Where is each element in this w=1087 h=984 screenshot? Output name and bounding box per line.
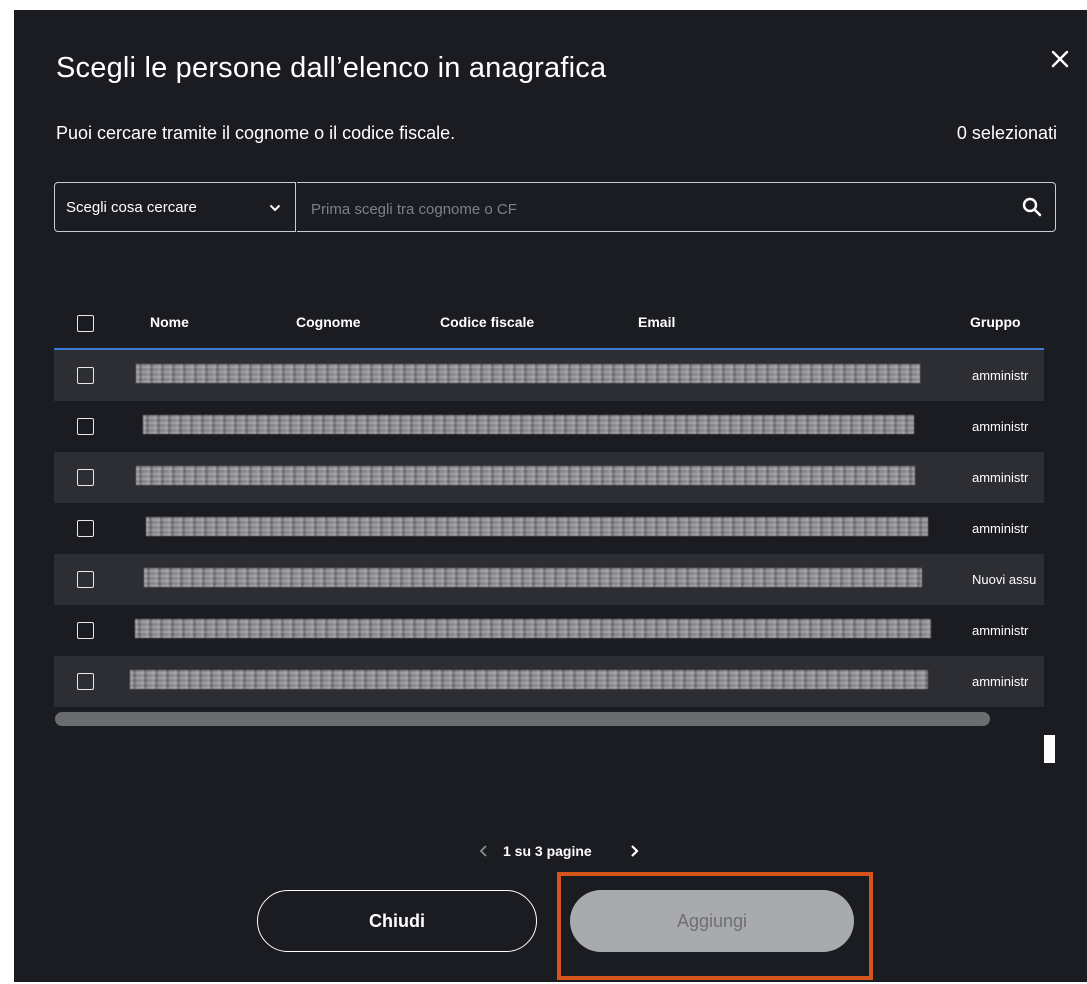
row-gruppo: amministr bbox=[972, 623, 1029, 638]
column-header-email[interactable]: Email bbox=[638, 314, 675, 330]
people-table: Nome Cognome Codice fiscale Email Gruppo… bbox=[54, 298, 1044, 707]
search-bar: Scegli cosa cercare bbox=[54, 182, 1056, 234]
redacted-content bbox=[135, 619, 931, 638]
dialog-subtitle: Puoi cercare tramite il cognome o il cod… bbox=[56, 123, 456, 143]
row-checkbox[interactable] bbox=[77, 571, 94, 588]
close-icon[interactable] bbox=[1047, 46, 1073, 72]
redacted-content bbox=[130, 670, 928, 689]
row-gruppo: amministr bbox=[972, 674, 1029, 689]
select-all-checkbox[interactable] bbox=[77, 315, 94, 332]
pagination-text: 1 su 3 pagine bbox=[503, 843, 592, 859]
row-checkbox[interactable] bbox=[77, 520, 94, 537]
row-checkbox[interactable] bbox=[77, 673, 94, 690]
table-row[interactable]: amministr bbox=[54, 350, 1044, 401]
row-gruppo: amministr bbox=[972, 419, 1029, 434]
column-header-gruppo[interactable]: Gruppo bbox=[970, 314, 1021, 330]
redacted-content bbox=[146, 517, 928, 536]
row-checkbox[interactable] bbox=[77, 418, 94, 435]
table-body: amministr amministr amministr amministr bbox=[54, 350, 1044, 707]
search-type-select[interactable]: Scegli cosa cercare bbox=[54, 182, 296, 232]
chevron-left-icon[interactable] bbox=[477, 844, 491, 858]
table-header: Nome Cognome Codice fiscale Email Gruppo bbox=[54, 298, 1044, 350]
redacted-content bbox=[136, 466, 915, 485]
column-header-codice-fiscale[interactable]: Codice fiscale bbox=[440, 314, 534, 330]
close-button[interactable]: Chiudi bbox=[257, 890, 537, 952]
table-row[interactable]: amministr bbox=[54, 503, 1044, 554]
dialog-title: Scegli le persone dall’elenco in anagraf… bbox=[56, 52, 607, 84]
search-type-label: Scegli cosa cercare bbox=[66, 199, 197, 216]
row-gruppo: amministr bbox=[972, 521, 1029, 536]
row-checkbox[interactable] bbox=[77, 469, 94, 486]
table-row[interactable]: amministr bbox=[54, 401, 1044, 452]
redacted-content bbox=[143, 415, 914, 434]
add-button[interactable]: Aggiungi bbox=[570, 890, 854, 952]
table-row[interactable]: amministr bbox=[54, 656, 1044, 707]
row-gruppo: amministr bbox=[972, 368, 1029, 383]
chevron-down-icon bbox=[269, 204, 281, 212]
column-header-cognome[interactable]: Cognome bbox=[296, 314, 361, 330]
row-checkbox[interactable] bbox=[77, 622, 94, 639]
selected-count: 0 selezionati bbox=[956, 123, 1057, 143]
person-picker-dialog: Scegli le persone dall’elenco in anagraf… bbox=[14, 10, 1087, 982]
row-checkbox[interactable] bbox=[77, 367, 94, 384]
row-gruppo: amministr bbox=[972, 470, 1029, 485]
search-input[interactable] bbox=[309, 195, 993, 223]
table-row[interactable]: Nuovi assu bbox=[54, 554, 1044, 605]
search-icon[interactable] bbox=[1022, 197, 1042, 217]
chevron-right-icon[interactable] bbox=[627, 844, 641, 858]
column-header-nome[interactable]: Nome bbox=[150, 314, 189, 330]
table-row[interactable]: amministr bbox=[54, 605, 1044, 656]
redacted-content bbox=[144, 568, 922, 587]
vertical-scrollbar-thumb[interactable] bbox=[1044, 735, 1055, 763]
table-row[interactable]: amministr bbox=[54, 452, 1044, 503]
horizontal-scrollbar[interactable] bbox=[55, 712, 990, 726]
redacted-content bbox=[136, 364, 920, 383]
row-gruppo: Nuovi assu bbox=[972, 572, 1037, 587]
search-field bbox=[297, 182, 1056, 232]
